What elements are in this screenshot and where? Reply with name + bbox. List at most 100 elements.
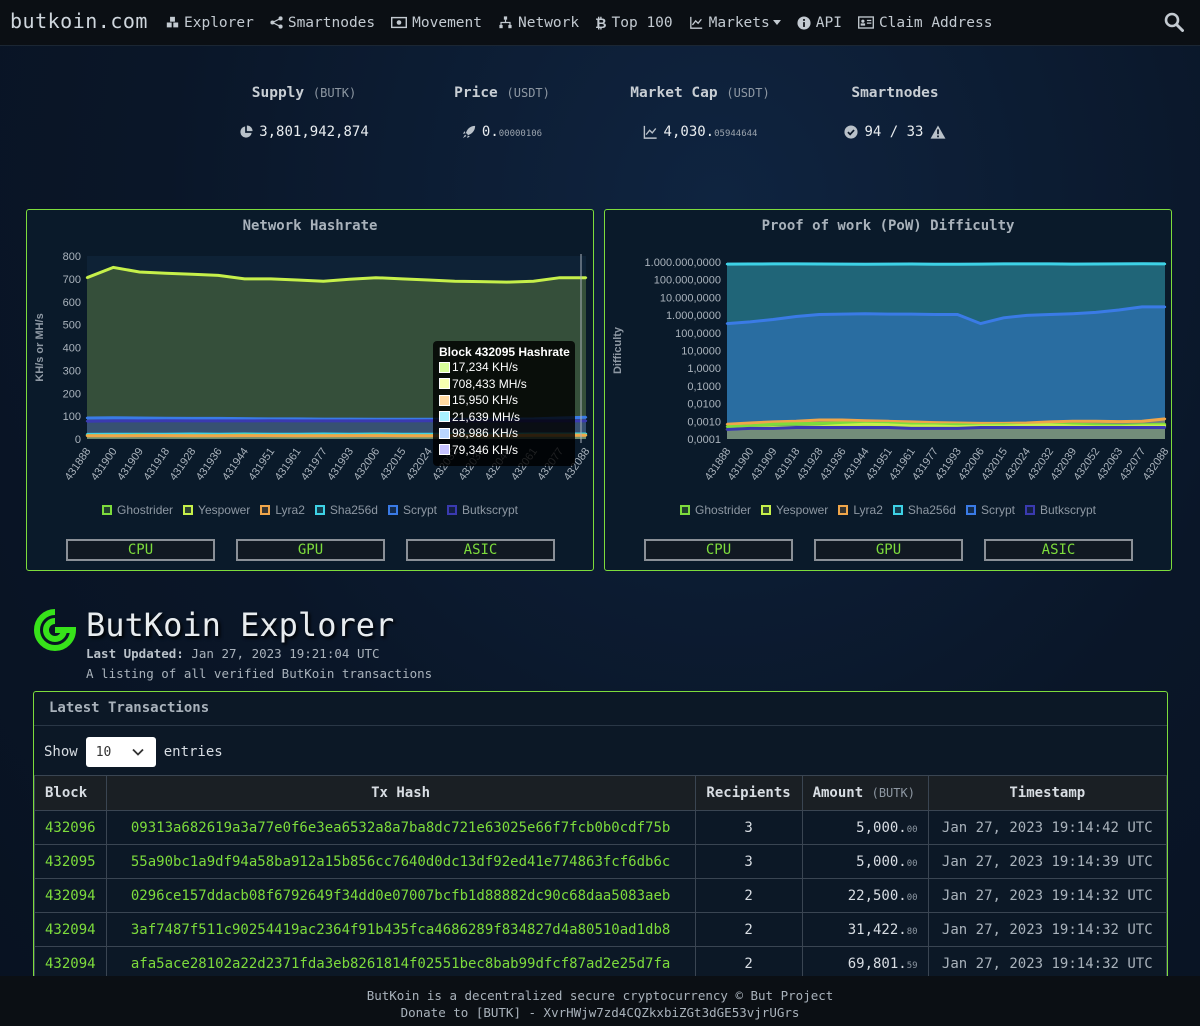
chevron-down-icon xyxy=(132,748,144,756)
legend-item[interactable]: Sha256d xyxy=(892,503,956,517)
money-bill-icon xyxy=(391,16,408,29)
algo-button-group: CPU GPU ASIC xyxy=(66,539,555,561)
col-header-tx-hash[interactable]: Tx Hash xyxy=(105,775,696,811)
x-tick-label: 431993 xyxy=(325,446,356,483)
legend-item[interactable]: Scrypt xyxy=(965,503,1015,517)
data-point xyxy=(933,427,936,430)
brand-logo-text[interactable]: butkoin.com xyxy=(10,9,148,33)
price-decimals: 00000106 xyxy=(498,129,543,139)
tx-hash-link[interactable]: 09313a682619a3a77e0f6e3ea6532a8a7ba8dc72… xyxy=(105,810,696,845)
gpu-button[interactable]: GPU xyxy=(236,539,385,561)
legend-item[interactable]: Butkscrypt xyxy=(1024,503,1096,517)
cpu-button[interactable]: CPU xyxy=(644,539,793,561)
data-point xyxy=(864,312,867,315)
rocket-icon xyxy=(462,125,476,139)
col-header-amount[interactable]: Amount (BUTK) xyxy=(801,775,929,811)
nav-item-explorer[interactable]: Explorer xyxy=(166,15,254,31)
block-link[interactable]: 432094 xyxy=(34,912,107,947)
legend-item[interactable]: Butkscrypt xyxy=(446,503,518,517)
nav-item-network[interactable]: Network xyxy=(498,15,579,31)
col-header-timestamp[interactable]: Timestamp xyxy=(927,775,1167,811)
tx-hash-link[interactable]: 3af7487f511c90254419ac2364f91b435fca4686… xyxy=(105,912,696,947)
data-point xyxy=(979,322,982,325)
timestamp-cell: Jan 27, 2023 19:14:39 UTC xyxy=(927,844,1167,879)
nav-item-movement[interactable]: Movement xyxy=(391,15,482,31)
entries-value: 10 xyxy=(95,744,112,760)
legend-label: Sha256d xyxy=(907,503,956,517)
tooltip-row: 15,950 KH/s xyxy=(439,392,575,409)
data-point xyxy=(374,276,378,279)
recipients-cell: 2 xyxy=(694,878,803,913)
legend-item[interactable]: Ghostrider xyxy=(102,503,173,517)
data-point xyxy=(910,424,913,428)
y-tick-label: 300 xyxy=(63,365,81,377)
entries-select[interactable]: 10 xyxy=(85,737,156,767)
legend-swatch xyxy=(965,505,976,515)
block-link[interactable]: 432096 xyxy=(34,810,107,845)
data-point xyxy=(295,434,299,437)
chart-legend: Ghostrider Yespower Lyra2 Sha256d Scrypt Butk… xyxy=(605,503,1171,517)
data-point xyxy=(1140,420,1144,423)
nav-item-smartnodes[interactable]: Smartnodes xyxy=(270,15,375,31)
legend-label: Scrypt xyxy=(402,503,437,517)
data-point xyxy=(841,312,844,316)
asic-button[interactable]: ASIC xyxy=(406,539,555,561)
legend-item[interactable]: Yespower xyxy=(183,503,250,517)
nav-label: Network xyxy=(518,14,580,31)
asic-button[interactable]: ASIC xyxy=(984,539,1133,561)
data-point xyxy=(725,262,729,266)
search-icon[interactable] xyxy=(1164,12,1184,32)
data-point xyxy=(479,280,483,283)
last-updated-label: Last Updated: xyxy=(86,646,184,661)
price-value: 0. xyxy=(481,124,499,140)
data-point xyxy=(933,313,936,316)
legend-item[interactable]: Lyra2 xyxy=(260,503,305,517)
legend-swatch xyxy=(183,505,194,515)
y-tick-label: 10,0000 xyxy=(681,346,721,358)
data-point xyxy=(453,279,456,283)
data-point xyxy=(887,426,890,429)
data-point xyxy=(112,419,115,423)
x-tick-label: 431977 xyxy=(299,446,330,483)
tooltip-value: 17,234 KH/s xyxy=(452,360,519,375)
tooltip-swatch xyxy=(439,394,450,406)
data-point xyxy=(933,262,936,266)
block-link[interactable]: 432095 xyxy=(34,844,107,879)
tx-hash-link[interactable]: 0296ce157ddacb08f6792649f34dd0e07007bcfb… xyxy=(105,878,696,913)
nav-item-api[interactable]: API xyxy=(797,15,842,31)
nav-item-top100[interactable]: ₿ Top 100 xyxy=(595,15,673,31)
cpu-button[interactable]: CPU xyxy=(66,539,215,561)
last-updated-value: Jan 27, 2023 19:21:04 UTC xyxy=(191,646,380,661)
data-point xyxy=(1163,426,1167,429)
legend-item[interactable]: Ghostrider xyxy=(680,503,751,517)
legend-item[interactable]: Sha256d xyxy=(314,503,378,517)
data-point xyxy=(1002,426,1005,429)
col-header-block[interactable]: Block xyxy=(34,775,107,811)
pie-chart-icon xyxy=(240,125,253,138)
card-title: Latest Transactions xyxy=(34,692,1167,726)
data-point xyxy=(771,427,775,430)
data-point xyxy=(112,266,115,269)
x-tick-label: 432015 xyxy=(378,446,409,483)
gpu-button[interactable]: GPU xyxy=(814,539,963,561)
data-point xyxy=(217,274,220,277)
data-point xyxy=(243,419,246,423)
stat-title: Price xyxy=(454,85,498,101)
data-point xyxy=(748,421,752,425)
data-point xyxy=(322,419,325,423)
nav-menu: Explorer Smartnodes Movement Network ₿ T… xyxy=(166,0,1008,45)
col-header-recipients[interactable]: Recipients xyxy=(694,775,803,811)
data-point xyxy=(748,424,752,428)
y-axis-label: Difficulty xyxy=(612,326,624,374)
tx-hash-link[interactable]: 55a90bc1a9df94a58ba912a15b856cc7640d0dc1… xyxy=(105,844,696,879)
legend-item[interactable]: Yespower xyxy=(761,503,828,517)
data-point xyxy=(887,262,890,266)
nav-item-markets[interactable]: Markets xyxy=(689,15,781,31)
legend-item[interactable]: Lyra2 xyxy=(838,503,883,517)
supply-value: 3,801,942,874 xyxy=(259,124,369,140)
table-row: 432096 09313a682619a3a77e0f6e3ea6532a8a7b… xyxy=(34,810,1167,845)
nav-item-claim-address[interactable]: Claim Address xyxy=(857,15,992,31)
block-link[interactable]: 432094 xyxy=(34,878,107,913)
legend-item[interactable]: Scrypt xyxy=(387,503,437,517)
data-point xyxy=(841,421,844,425)
